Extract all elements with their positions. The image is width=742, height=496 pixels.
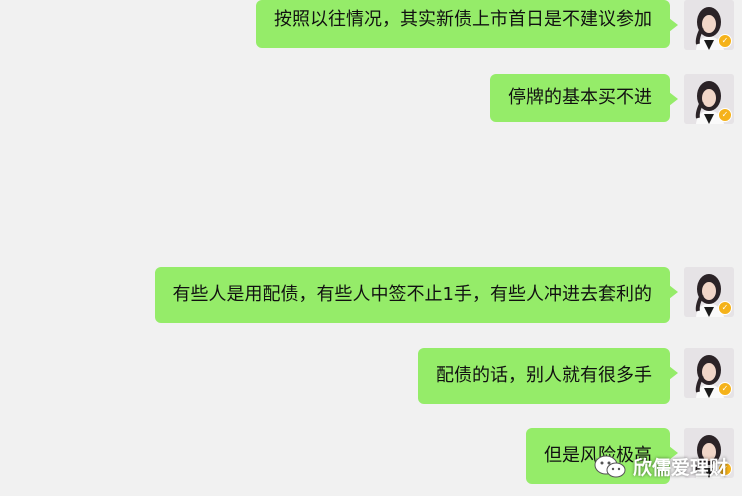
- message-text: 配债的话，别人就有很多手: [436, 365, 652, 386]
- avatar[interactable]: ✓: [684, 267, 734, 317]
- message-bubble[interactable]: 按照以往情况，其实新债上市首日是不建议参加: [256, 0, 678, 48]
- verified-badge-icon: ✓: [718, 108, 732, 122]
- avatar[interactable]: ✓: [684, 74, 734, 124]
- message-row: 有些人是用配债，有些人中签不止1手，有些人冲进去套利的 ✓: [154, 267, 734, 323]
- message-row: 配债的话，别人就有很多手 ✓: [418, 348, 734, 404]
- message-row: 停牌的基本买不进 ✓: [490, 74, 734, 124]
- message-text: 按照以往情况，其实新债上市首日是不建议参加: [274, 9, 652, 30]
- message-bubble[interactable]: 停牌的基本买不进: [490, 74, 678, 122]
- wechat-official-account-icon: [594, 455, 626, 477]
- message-bubble[interactable]: 配债的话，别人就有很多手: [418, 348, 678, 404]
- message-text: 有些人是用配债，有些人中签不止1手，有些人冲进去套利的: [172, 284, 652, 305]
- verified-badge-icon: ✓: [718, 301, 732, 315]
- avatar[interactable]: ✓: [684, 348, 734, 398]
- message-text: 停牌的基本买不进: [508, 87, 652, 108]
- message-bubble[interactable]: 有些人是用配债，有些人中签不止1手，有些人冲进去套利的: [154, 267, 679, 323]
- watermark: 欣儒爱理财: [593, 453, 728, 480]
- verified-badge-icon: ✓: [718, 382, 732, 396]
- message-row: 按照以往情况，其实新债上市首日是不建议参加 ✓: [256, 0, 734, 50]
- watermark-text: 欣儒爱理财: [632, 457, 728, 479]
- avatar[interactable]: ✓: [684, 0, 734, 50]
- verified-badge-icon: ✓: [718, 34, 732, 48]
